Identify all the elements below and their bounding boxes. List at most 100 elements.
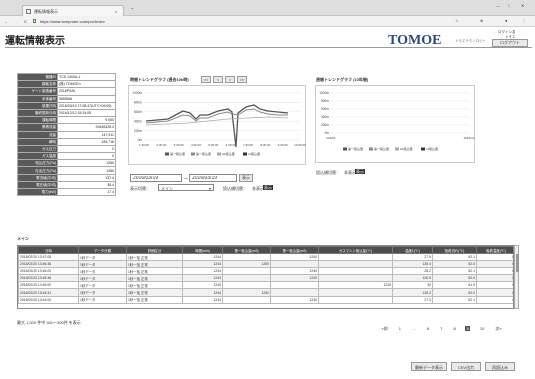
profile-icon[interactable]: ● [505, 18, 507, 23]
table-cell [270, 288, 319, 297]
forward-icon[interactable]: → [14, 19, 18, 24]
extension-icon[interactable]: ⊕ [480, 18, 483, 23]
table-cell: 1225 [318, 281, 393, 290]
info-value: 0 [57, 144, 116, 154]
menu-icon[interactable]: ⋮ [522, 18, 526, 23]
chevron-down-icon: ▾ [208, 186, 211, 191]
reload-icon[interactable]: C [24, 19, 27, 24]
latest-data-button[interactable]: 最新データ表示 [411, 362, 447, 371]
pagination-page[interactable]: 7 [439, 326, 444, 331]
pagination-page[interactable]: 8 [452, 326, 457, 331]
pagination-page[interactable]: 6 [425, 326, 430, 331]
table-row[interactable]: 2016/02/20 13:45:00 1秒データ 1秒一括 正常 1240 1225 3… [18, 281, 513, 290]
cl-x-tick: 4:30:00 [191, 143, 201, 147]
table-cell: 1240 [270, 274, 319, 283]
table-scrollbar[interactable] [514, 245, 519, 309]
table-cell [222, 281, 271, 290]
new-tab-icon[interactable]: + [131, 6, 133, 11]
cl-y-tick: 800m [134, 101, 142, 105]
column-header[interactable]: 日時 [18, 246, 79, 254]
table-cell [270, 260, 319, 269]
cr-x-tick: 2016/12 [464, 136, 475, 140]
chart-left-last-button[interactable]: >> [237, 76, 247, 83]
date-from-value: 2016/03/19 [133, 176, 159, 181]
chart-left-first-button[interactable]: << [201, 76, 211, 83]
column-header[interactable]: ガスマシン吸込量(℃) [318, 246, 393, 254]
pagination-page[interactable]: 9 [465, 326, 471, 331]
table-cell: 0 [476, 260, 513, 269]
column-header[interactable]: 温度1(℃) [392, 246, 433, 254]
cr-y-tick: 600m [321, 107, 329, 111]
chart-right-title: 週間トレンドグラフ (10年間) [316, 77, 369, 82]
info-value: 0 [57, 152, 116, 161]
star-icon[interactable]: ☆ [455, 18, 459, 23]
back-icon[interactable]: ← [4, 19, 8, 24]
cr-legend-label: x1吸込量 [426, 146, 438, 151]
reload-button[interactable]: 再読込み [485, 362, 515, 371]
cr-y-tick: 0m [325, 131, 330, 135]
pagination-page[interactable]: 1 [397, 326, 402, 331]
pagination-page[interactable]: … [410, 326, 417, 331]
search-button[interactable]: 表示 [239, 174, 253, 182]
date-from-input[interactable]: 2016/03/19 [130, 174, 182, 182]
close-window-icon[interactable]: ✕ [521, 3, 524, 8]
column-header[interactable]: 時間(min) [182, 246, 223, 254]
column-header[interactable]: 第一吸込量(m3) [222, 246, 271, 254]
table-cell: 1秒一括 正常 [126, 274, 183, 283]
cr-legend-swatch [421, 147, 425, 151]
table-cell: 1秒一括 正常 [126, 267, 183, 276]
csv-export-button[interactable]: CSV出力 [451, 362, 481, 371]
url-bar[interactable]: https://www.tomprobe.com/pro/index [40, 19, 420, 24]
table-row[interactable]: 2016/02/20 13:44:31 1秒データ 1秒一括 正常 1244 1250 1… [18, 288, 513, 297]
cl-legend-swatch [217, 152, 221, 156]
table-cell: 1秒一括 正常 [126, 260, 183, 269]
chart-left-next-button[interactable]: > [225, 76, 235, 83]
table-cell [270, 281, 319, 290]
left-toggle-on[interactable]: 表示 [263, 185, 273, 190]
table-row[interactable]: 2016/02/20 13:46:36 1秒データ 1秒一括 正常 1244 1280 1… [18, 260, 513, 269]
pagination-page[interactable]: 10 [478, 326, 485, 331]
table-cell: 2016/02/20 13:44:31 [18, 288, 79, 297]
column-header[interactable]: 第一吸込量(m3) [270, 246, 319, 254]
pagination-prev[interactable]: «前 [380, 326, 389, 331]
table-cell: 1240 [270, 267, 319, 276]
table-row[interactable]: 2016/02/20 13:46:00 1秒データ 1秒一括 正常 1244 1240 2… [18, 267, 513, 276]
table-cell: 1244 [182, 274, 223, 283]
column-header[interactable]: 吸着流れ(℃) [432, 246, 477, 254]
table-row[interactable]: 2016/02/20 13:45:36 1秒データ 1秒一括 正常 1244 1240 1… [18, 274, 513, 283]
info-row: 設置日時 2016/03/19 17:08:47(UTC+09:00) [17, 101, 116, 110]
column-header[interactable]: 詳細区分 [126, 246, 183, 254]
logo-text: TOMOE [388, 33, 442, 48]
chart-left-title: 時間トレンドグラフ (過去10h時) [130, 77, 189, 82]
table-cell: 0 [476, 267, 513, 276]
cl-y-tick: 200m [134, 129, 142, 133]
info-key: 機器ID [17, 72, 58, 82]
table-row[interactable]: 2016/02/20 13:44:00 1秒データ 1秒一括 正常 1244 1240 2… [18, 295, 513, 304]
info-value: 1280 [57, 166, 116, 175]
table-scrollbar-thumb[interactable] [515, 254, 519, 272]
cl-legend-label: A1吸込量 [222, 151, 235, 156]
info-key: ゲート製造番号 [17, 87, 58, 96]
table-cell: 2016/02/20 13:45:00 [18, 281, 79, 290]
column-header[interactable]: データ分類 [78, 246, 127, 254]
minimize-icon[interactable]: — [496, 3, 500, 8]
cl-y-tick: 0m [138, 138, 143, 142]
table-row[interactable]: 2016/02/20 13:47:08 1秒データ 1秒一括 正常 1244 1240 2… [18, 252, 513, 262]
cr-y-tick: 800m [321, 99, 329, 103]
tab-close-icon[interactable]: × [115, 9, 117, 14]
chart-left-prev-button[interactable]: < [213, 76, 223, 83]
browser-tab[interactable]: 運転情報表示 × [22, 5, 124, 16]
logout-button[interactable]: ログアウト [492, 39, 528, 47]
table-cell: 28.2 [392, 267, 433, 276]
maximize-icon[interactable]: □ [508, 3, 510, 8]
info-key: 瞬時 [17, 137, 58, 146]
info-value: 137.4 [57, 173, 116, 182]
display-select[interactable]: メイン ▾ [158, 184, 214, 191]
table-cell: 2016/02/20 13:47:08 [18, 252, 79, 262]
pagination-next[interactable]: 次» [494, 326, 503, 331]
date-to-input[interactable]: 2016/03/19 [189, 174, 237, 182]
info-key: 本体番号 [17, 94, 58, 103]
right-toggle-on[interactable]: 表示 [355, 169, 365, 174]
table-cell [222, 295, 271, 304]
column-header[interactable]: 吸着温度(℃) [476, 246, 513, 254]
